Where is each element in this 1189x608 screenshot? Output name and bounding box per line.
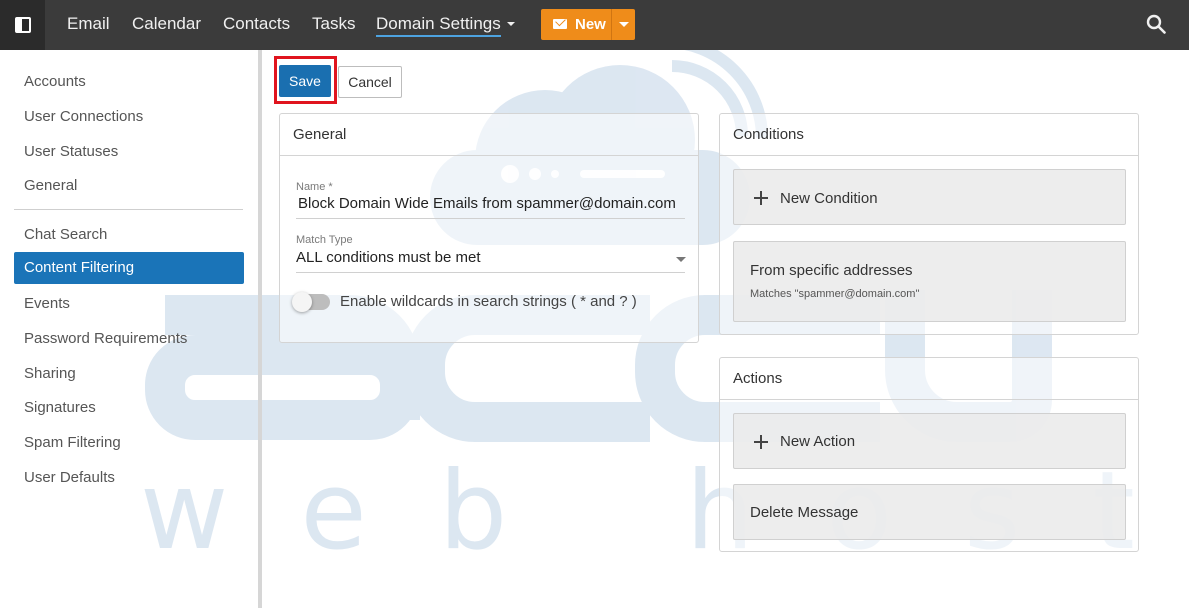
- nav-calendar[interactable]: Calendar: [132, 14, 201, 34]
- plus-icon: [754, 191, 768, 205]
- top-navigation-bar: Email Calendar Contacts Tasks Domain Set…: [0, 0, 1189, 50]
- cancel-button[interactable]: Cancel: [338, 66, 402, 98]
- wildcards-toggle[interactable]: [292, 292, 330, 312]
- new-button-label: New: [575, 16, 606, 33]
- action-item-label: Delete Message: [750, 504, 859, 521]
- sidebar-item-signatures[interactable]: Signatures: [14, 392, 244, 424]
- action-item[interactable]: Delete Message: [733, 484, 1126, 540]
- sidebar-splitter[interactable]: [258, 50, 262, 608]
- save-button[interactable]: Save: [279, 65, 331, 97]
- sidebar-item-spam-filtering[interactable]: Spam Filtering: [14, 427, 244, 459]
- nav-domain-settings[interactable]: Domain Settings: [376, 14, 501, 37]
- match-type-select[interactable]: ALL conditions must be met: [296, 249, 481, 266]
- match-type-label: Match Type: [296, 234, 353, 246]
- new-action-label: New Action: [780, 433, 856, 450]
- condition-detail: Matches "spammer@domain.com": [750, 288, 920, 300]
- sidebar-item-events[interactable]: Events: [14, 288, 244, 320]
- new-button[interactable]: New: [541, 9, 635, 40]
- condition-item[interactable]: From specific addresses Matches "spammer…: [733, 241, 1126, 322]
- chevron-down-icon[interactable]: [676, 257, 686, 262]
- actions-panel-title: Actions: [720, 358, 1138, 400]
- chevron-down-icon[interactable]: [507, 22, 515, 26]
- general-panel-title: General: [280, 114, 698, 156]
- nav-tasks[interactable]: Tasks: [312, 14, 355, 34]
- sidebar-item-user-defaults[interactable]: User Defaults: [14, 462, 244, 494]
- new-condition-label: New Condition: [780, 190, 878, 207]
- new-dropdown-chevron-icon[interactable]: [619, 22, 629, 27]
- sidebar-item-sharing[interactable]: Sharing: [14, 358, 244, 390]
- new-condition-button[interactable]: New Condition: [733, 169, 1126, 225]
- new-action-button[interactable]: New Action: [733, 413, 1126, 469]
- sidebar-item-user-statuses[interactable]: User Statuses: [14, 136, 244, 168]
- conditions-panel-title: Conditions: [720, 114, 1138, 156]
- sidebar-item-password-requirements[interactable]: Password Requirements: [14, 323, 244, 355]
- wildcards-toggle-label: Enable wildcards in search strings ( * a…: [340, 293, 637, 310]
- sidebar-item-user-connections[interactable]: User Connections: [14, 101, 244, 133]
- sidebar-item-chat-search[interactable]: Chat Search: [14, 219, 244, 251]
- name-field[interactable]: Block Domain Wide Emails from spammer@do…: [298, 195, 676, 212]
- sidebar-toggle-icon[interactable]: [0, 0, 45, 50]
- plus-icon: [754, 435, 768, 449]
- condition-title: From specific addresses: [750, 262, 913, 279]
- sidebar-item-content-filtering[interactable]: Content Filtering: [14, 252, 244, 284]
- search-icon[interactable]: [1146, 14, 1166, 34]
- envelope-icon: [553, 19, 567, 29]
- sidebar-item-accounts[interactable]: Accounts: [14, 66, 244, 98]
- sidebar-item-general[interactable]: General: [14, 170, 244, 202]
- sidebar-divider: [14, 209, 243, 210]
- nav-email[interactable]: Email: [67, 14, 110, 34]
- name-field-label: Name *: [296, 181, 333, 193]
- nav-contacts[interactable]: Contacts: [223, 14, 290, 34]
